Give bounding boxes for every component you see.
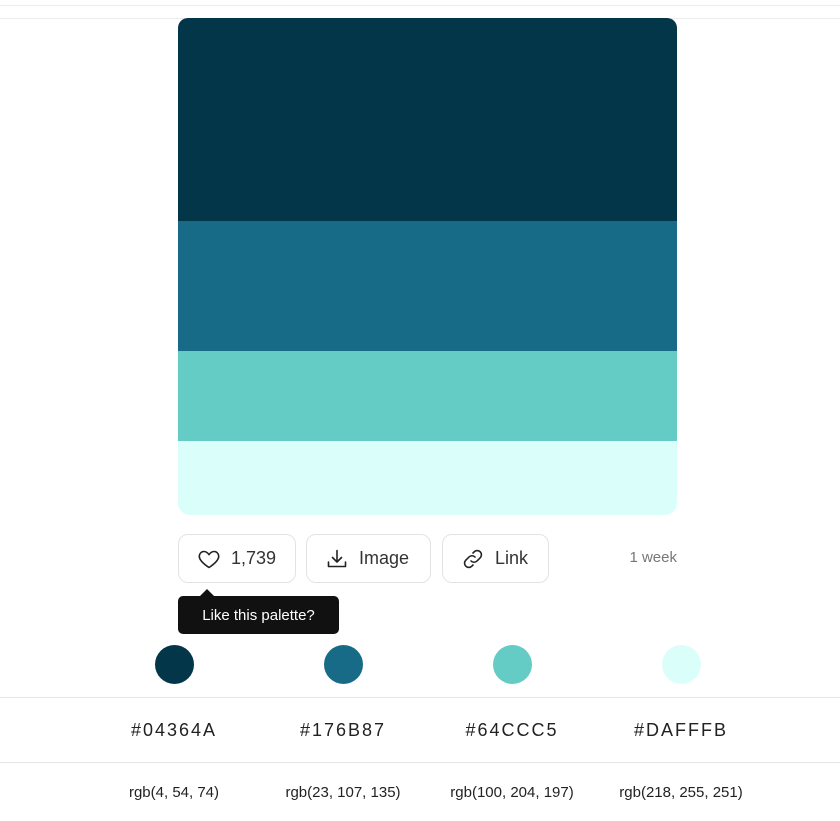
image-label: Image xyxy=(359,548,410,568)
color-swatches xyxy=(0,645,840,685)
palette-preview[interactable] xyxy=(178,18,677,515)
top-divider xyxy=(0,5,840,6)
hex-code[interactable]: #176B87 xyxy=(300,720,386,741)
palette-band-4[interactable] xyxy=(178,441,677,515)
palette-band-3[interactable] xyxy=(178,351,677,441)
hex-code[interactable]: #04364A xyxy=(131,720,217,741)
copy-link-button[interactable]: Link xyxy=(442,534,549,583)
like-tooltip: Like this palette? xyxy=(178,589,339,634)
color-swatch-2[interactable] xyxy=(324,645,363,684)
color-swatch-3[interactable] xyxy=(493,645,532,684)
palette-band-1[interactable] xyxy=(178,18,677,221)
palette-age: 1 week xyxy=(629,549,677,566)
hex-code[interactable]: #64CCC5 xyxy=(465,720,558,741)
download-image-button[interactable]: Image xyxy=(306,534,431,583)
rgb-value[interactable]: rgb(23, 107, 135) xyxy=(285,784,400,801)
rgb-value[interactable]: rgb(4, 54, 74) xyxy=(129,784,219,801)
like-button[interactable]: 1,739 xyxy=(178,534,296,583)
palette-band-2[interactable] xyxy=(178,221,677,351)
palette-actions: 1,739 Image Link 1 week xyxy=(178,534,677,583)
download-icon xyxy=(325,547,349,571)
color-swatch-4[interactable] xyxy=(662,645,701,684)
divider xyxy=(0,697,840,698)
color-swatch-1[interactable] xyxy=(155,645,194,684)
rgb-value[interactable]: rgb(100, 204, 197) xyxy=(450,784,573,801)
like-count: 1,739 xyxy=(231,548,277,568)
tooltip-text: Like this palette? xyxy=(202,606,315,624)
divider xyxy=(0,762,840,763)
heart-icon xyxy=(197,547,221,571)
hex-code[interactable]: #DAFFFB xyxy=(634,720,728,741)
link-icon xyxy=(461,547,485,571)
link-label: Link xyxy=(495,548,529,568)
rgb-value[interactable]: rgb(218, 255, 251) xyxy=(619,784,742,801)
